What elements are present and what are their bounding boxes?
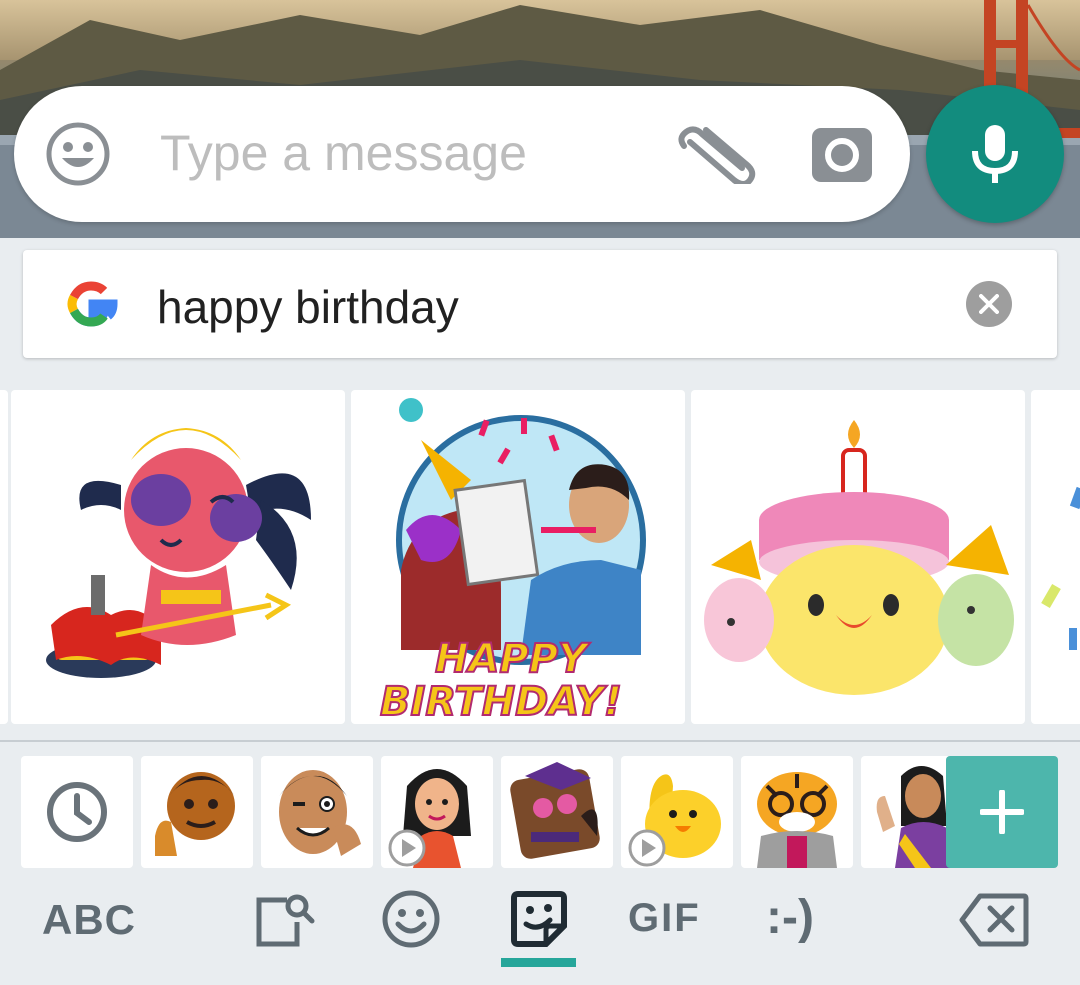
gif-tab[interactable]: GIF [628,896,701,941]
pack-tiger-glasses[interactable] [741,756,853,868]
paperclip-icon[interactable] [676,124,758,187]
sticker-search-bar[interactable]: happy birthday [23,250,1057,358]
clock-icon [47,782,107,842]
svg-text:BIRTHDAY!: BIRTHDAY! [380,679,622,724]
pack-woman-animated[interactable] [381,756,493,868]
smiley-icon[interactable] [44,120,112,188]
sticker-tab-icon[interactable] [510,890,568,948]
message-input[interactable]: Type a message [160,124,527,182]
sticker-partial-left[interactable] [0,390,8,724]
pack-cool-character[interactable] [501,756,613,868]
emoji-tab-icon[interactable] [380,888,442,950]
sticker-partial[interactable] [1031,390,1080,724]
sticker-dancing-creature-cake[interactable] [11,390,345,724]
backspace-icon[interactable] [958,892,1030,948]
plus-icon[interactable] [946,756,1058,868]
sticker-search-query[interactable]: happy birthday [157,280,459,334]
microphone-icon[interactable] [926,85,1064,223]
sticker-pack-tray [0,756,1080,868]
google-g-icon [63,276,119,332]
svg-text:HAPPY: HAPPY [435,636,591,682]
message-composer: Type a message [14,86,910,222]
pack-yellow-blob-animated[interactable] [621,756,733,868]
camera-icon[interactable] [810,124,874,184]
sticker-happy-birthday-cake-face[interactable]: HAPPY BIRTHDAY! [351,390,685,724]
keyboard-bottom-nav: ABC GIF :-) [0,870,1080,985]
abc-button[interactable]: ABC [42,896,136,944]
pack-man-thumbs-up[interactable] [141,756,253,868]
divider [0,740,1080,742]
sticker-search-icon[interactable] [253,892,315,952]
active-tab-indicator [501,958,576,967]
emoticon-tab[interactable]: :-) [766,890,814,945]
sticker-birthday-cake-chicks[interactable] [691,390,1025,724]
clear-icon[interactable] [966,281,1012,327]
sticker-results: HAPPY BIRTHDAY! [0,390,1080,726]
recent-stickers-tab[interactable] [21,756,133,868]
pack-man-ok-sign[interactable] [261,756,373,868]
